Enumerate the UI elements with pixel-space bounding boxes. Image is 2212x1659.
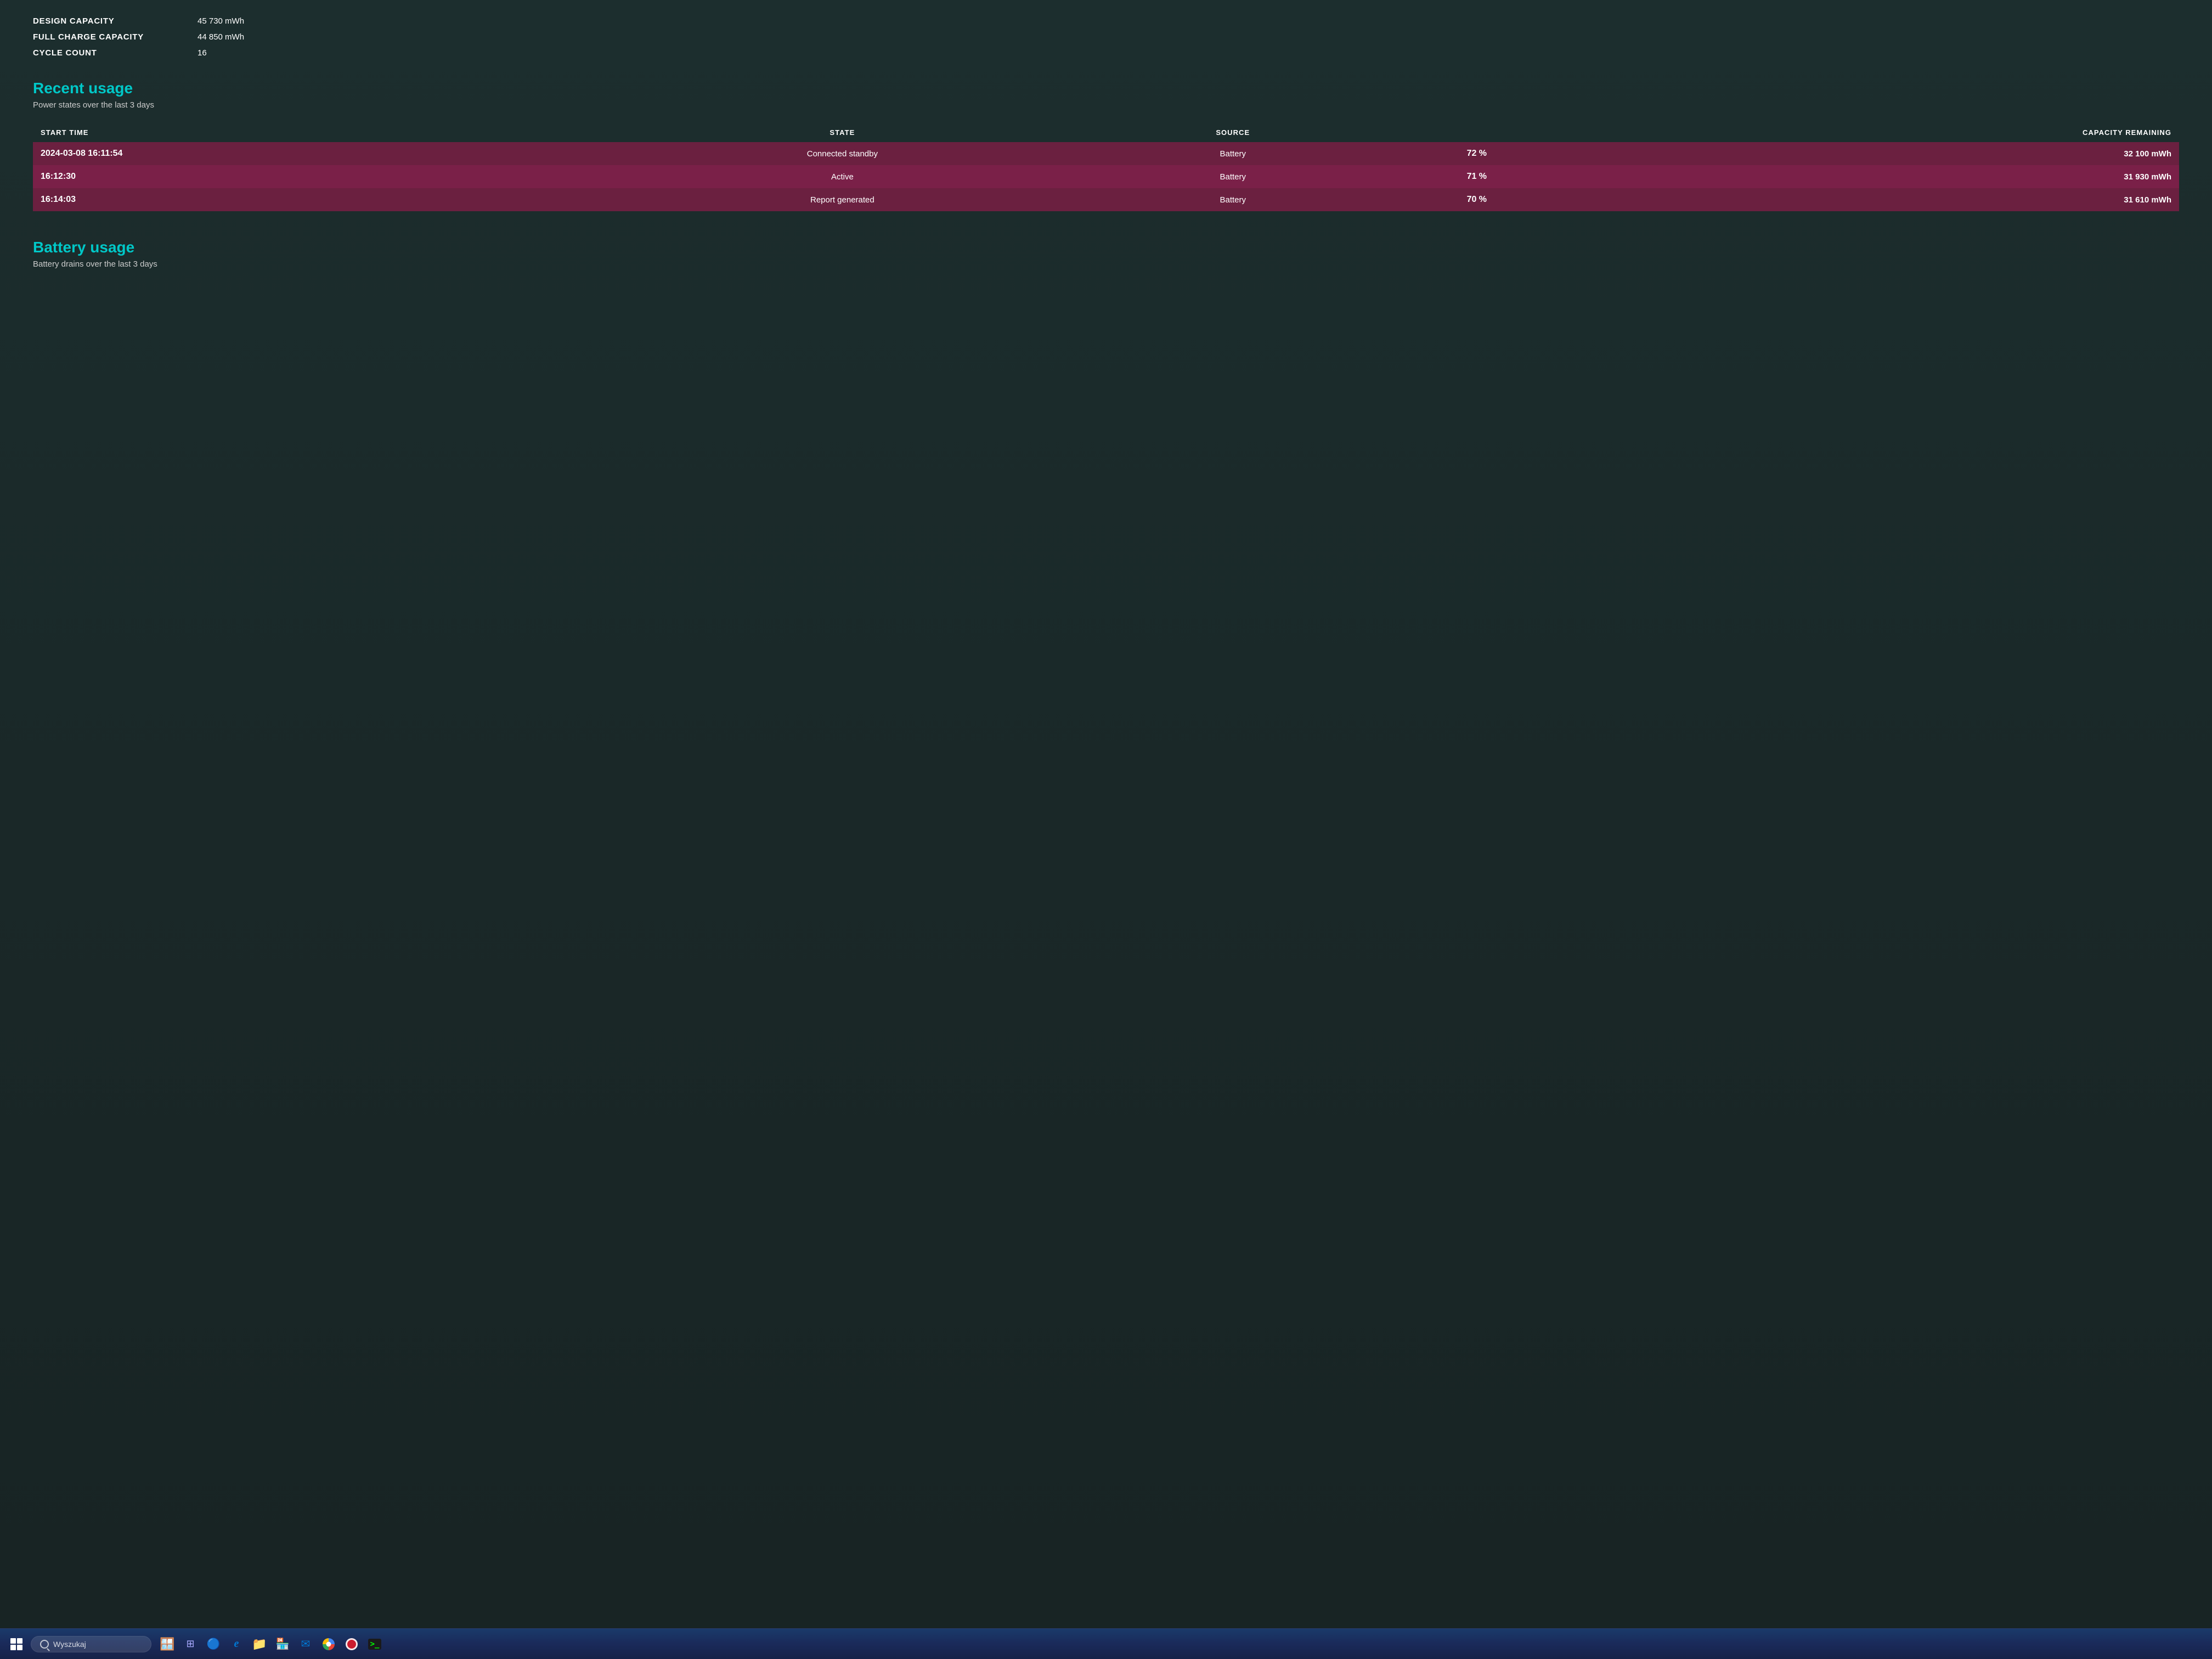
col-state: STATE (594, 123, 1091, 142)
cell-capacity-mwh: 31 930 mWh (1579, 165, 2179, 188)
cell-capacity-mwh: 31 610 mWh (1579, 188, 2179, 211)
battery-usage-subtitle: Battery drains over the last 3 days (33, 259, 2179, 269)
chrome-icon[interactable] (318, 1634, 339, 1655)
taskbar: Wyszukaj 🪟 ⊞ 🔵 e 📁 🏪 ✉ >_ (0, 1628, 2212, 1659)
col-start-time: START TIME (33, 123, 594, 142)
cell-capacity-pct: 72 % (1375, 142, 1578, 165)
windows-pane-3 (10, 1645, 16, 1650)
terminal-icon[interactable]: >_ (364, 1634, 385, 1655)
battery-info-section: DESIGN CAPACITY 45 730 mWh FULL CHARGE C… (33, 16, 2179, 58)
windows-pane-2 (17, 1638, 22, 1644)
cycle-count-label: CYCLE COUNT (33, 48, 198, 58)
cycle-count-row: CYCLE COUNT 16 (33, 48, 2179, 58)
task-view-icon[interactable]: ⊞ (180, 1634, 201, 1655)
cell-capacity-pct: 70 % (1375, 188, 1578, 211)
table-row: 16:14:03Report generatedBattery70 %31 61… (33, 188, 2179, 211)
table-row: 2024-03-08 16:11:54Connected standbyBatt… (33, 142, 2179, 165)
recent-usage-section: Recent usage Power states over the last … (33, 80, 2179, 211)
teams-meet-icon[interactable]: 🔵 (203, 1634, 224, 1655)
cell-state: Active (594, 165, 1091, 188)
mail-icon[interactable]: ✉ (295, 1634, 316, 1655)
cell-state: Connected standby (594, 142, 1091, 165)
cell-capacity-pct: 71 % (1375, 165, 1578, 188)
windows-pane-1 (10, 1638, 16, 1644)
cycle-count-value: 16 (198, 48, 207, 58)
microsoft-store-icon[interactable]: 🏪 (272, 1634, 293, 1655)
cell-source: Battery (1091, 142, 1375, 165)
recent-usage-subtitle: Power states over the last 3 days (33, 100, 2179, 110)
widgets-app-icon[interactable]: 🪟 (157, 1634, 178, 1655)
search-bar[interactable]: Wyszukaj (31, 1636, 151, 1652)
opera-icon[interactable] (341, 1634, 362, 1655)
recent-usage-title: Recent usage (33, 80, 2179, 97)
design-capacity-value: 45 730 mWh (198, 16, 244, 26)
cell-start-time: 16:14:03 (33, 188, 594, 211)
search-text: Wyszukaj (53, 1640, 86, 1649)
full-charge-row: FULL CHARGE CAPACITY 44 850 mWh (33, 32, 2179, 42)
cell-source: Battery (1091, 188, 1375, 211)
file-explorer-icon[interactable]: 📁 (249, 1634, 270, 1655)
taskbar-icons: 🪟 ⊞ 🔵 e 📁 🏪 ✉ >_ (157, 1634, 385, 1655)
cell-start-time: 16:12:30 (33, 165, 594, 188)
start-button[interactable] (5, 1633, 27, 1655)
design-capacity-label: DESIGN CAPACITY (33, 16, 198, 26)
col-capacity-mwh: CAPACITY REMAINING (1579, 123, 2179, 142)
usage-table: START TIME STATE SOURCE CAPACITY REMAINI… (33, 123, 2179, 211)
windows-icon (10, 1638, 22, 1650)
full-charge-value: 44 850 mWh (198, 32, 244, 42)
cell-state: Report generated (594, 188, 1091, 211)
edge-icon[interactable]: e (226, 1634, 247, 1655)
col-source: SOURCE (1091, 123, 1375, 142)
cell-start-time: 2024-03-08 16:11:54 (33, 142, 594, 165)
battery-usage-title: Battery usage (33, 239, 2179, 256)
design-capacity-row: DESIGN CAPACITY 45 730 mWh (33, 16, 2179, 26)
windows-pane-4 (17, 1645, 22, 1650)
col-capacity-pct (1375, 123, 1578, 142)
cell-source: Battery (1091, 165, 1375, 188)
search-icon (40, 1640, 49, 1649)
full-charge-label: FULL CHARGE CAPACITY (33, 32, 198, 42)
table-header-row: START TIME STATE SOURCE CAPACITY REMAINI… (33, 123, 2179, 142)
battery-usage-section: Battery usage Battery drains over the la… (33, 239, 2179, 269)
cell-capacity-mwh: 32 100 mWh (1579, 142, 2179, 165)
table-row: 16:12:30ActiveBattery71 %31 930 mWh (33, 165, 2179, 188)
